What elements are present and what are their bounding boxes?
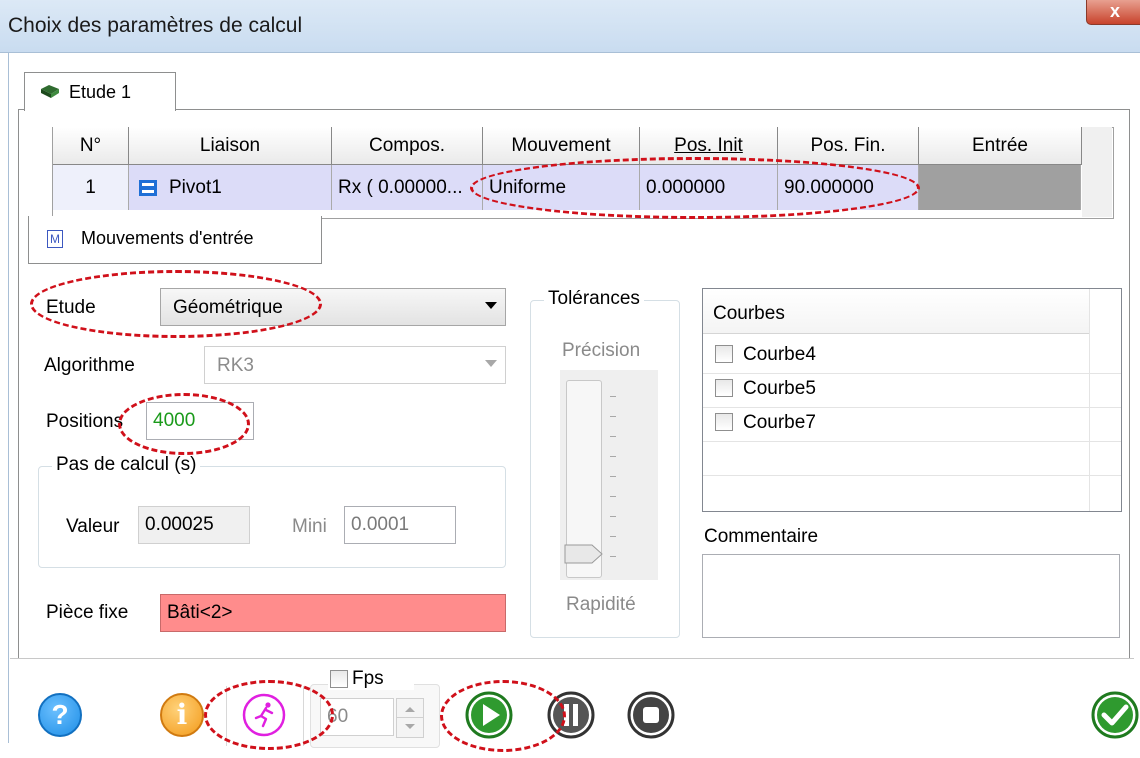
mini-label: Mini (292, 516, 327, 537)
book-icon (41, 85, 59, 98)
grid-header-liaison[interactable]: Liaison (129, 127, 332, 165)
grid-header-compos[interactable]: Compos. (332, 127, 483, 165)
annotation-ellipse-positions (118, 393, 250, 455)
courbe7-checkbox[interactable] (715, 413, 733, 431)
stop-icon[interactable] (626, 690, 676, 740)
positions-label: Positions (46, 411, 124, 432)
piece-fixe-label: Pièce fixe (46, 602, 129, 623)
courbe4-checkbox[interactable] (715, 345, 733, 363)
algorithme-select[interactable]: RK3 (204, 346, 506, 384)
chevron-down-icon (485, 360, 497, 367)
grid-header-pos-fin[interactable]: Pos. Fin. (778, 127, 919, 165)
grid-cell-compos[interactable]: Rx ( 0.00000... (332, 165, 483, 210)
fps-checkbox[interactable] (330, 670, 348, 688)
annotation-ellipse-etude (30, 270, 322, 338)
pas-de-calcul-legend: Pas de calcul (s) (52, 454, 201, 476)
fps-checkbox-row[interactable]: Fps (328, 668, 414, 690)
courbes-header[interactable]: Courbes (703, 289, 1090, 334)
help-icon[interactable]: ? (38, 693, 82, 737)
grid-header-num[interactable]: N° (53, 127, 129, 165)
grid-cell-entree[interactable] (919, 165, 1081, 210)
precision-label: Précision (562, 340, 641, 361)
grid-cell-num[interactable]: 1 (53, 165, 129, 210)
tolerances-legend: Tolérances (544, 288, 644, 310)
grid-header-entree[interactable]: Entrée (919, 127, 1082, 165)
commentaire-label: Commentaire (704, 526, 819, 547)
chevron-down-icon (405, 724, 415, 729)
chevron-up-icon (405, 707, 415, 712)
courbe4-label: Courbe4 (743, 344, 816, 365)
annotation-ellipse-animation (204, 680, 334, 750)
valeur-field: 0.00025 (138, 506, 250, 544)
courbe7-label: Courbe7 (743, 412, 816, 433)
piece-fixe-field[interactable]: Bâti<2> (160, 594, 506, 632)
tab-mouvements-entree[interactable]: M Mouvements d'entrée (28, 216, 322, 264)
close-button[interactable]: x (1086, 0, 1140, 25)
tab-label: Etude 1 (69, 82, 132, 102)
courbe-item-1[interactable]: Courbe4 (703, 341, 1089, 373)
courbe5-checkbox[interactable] (715, 379, 733, 397)
commentaire-input[interactable] (702, 554, 1120, 638)
grid-empty-area (1082, 127, 1112, 217)
courbes-list[interactable]: Courbes Courbe4 Courbe5 Courbe7 (702, 288, 1122, 512)
info-icon[interactable]: i (160, 693, 204, 737)
tab-etude-1[interactable]: Etude 1 (24, 72, 176, 111)
courbe-item-3[interactable]: Courbe7 (703, 409, 1089, 441)
annotation-ellipse-mouvement (470, 157, 920, 219)
fps-spinner[interactable] (396, 698, 424, 738)
courbes-header-label: Courbes (713, 303, 785, 324)
algorithme-label: Algorithme (44, 355, 135, 376)
valeur-label: Valeur (66, 516, 120, 537)
courbe-item-2[interactable]: Courbe5 (703, 375, 1089, 407)
grid-cell-liaison[interactable]: Pivot1 (129, 165, 332, 210)
fps-label: Fps (352, 668, 384, 689)
pivot-icon (139, 180, 157, 196)
algorithme-value: RK3 (217, 355, 254, 376)
mini-input[interactable]: 0.0001 (344, 506, 456, 544)
rapidite-label: Rapidité (566, 594, 636, 615)
annotation-ellipse-play (440, 680, 566, 752)
slider-thumb[interactable] (564, 544, 604, 564)
tolerance-slider[interactable] (560, 370, 658, 580)
courbe5-label: Courbe5 (743, 378, 816, 399)
liaison-name: Pivot1 (169, 177, 222, 198)
ok-check-icon[interactable] (1090, 690, 1140, 740)
chevron-down-icon (485, 302, 497, 309)
motion-icon: M (47, 230, 63, 248)
bottom-tab-label: Mouvements d'entrée (81, 228, 254, 248)
window-title: Choix des paramètres de calcul (8, 14, 303, 37)
